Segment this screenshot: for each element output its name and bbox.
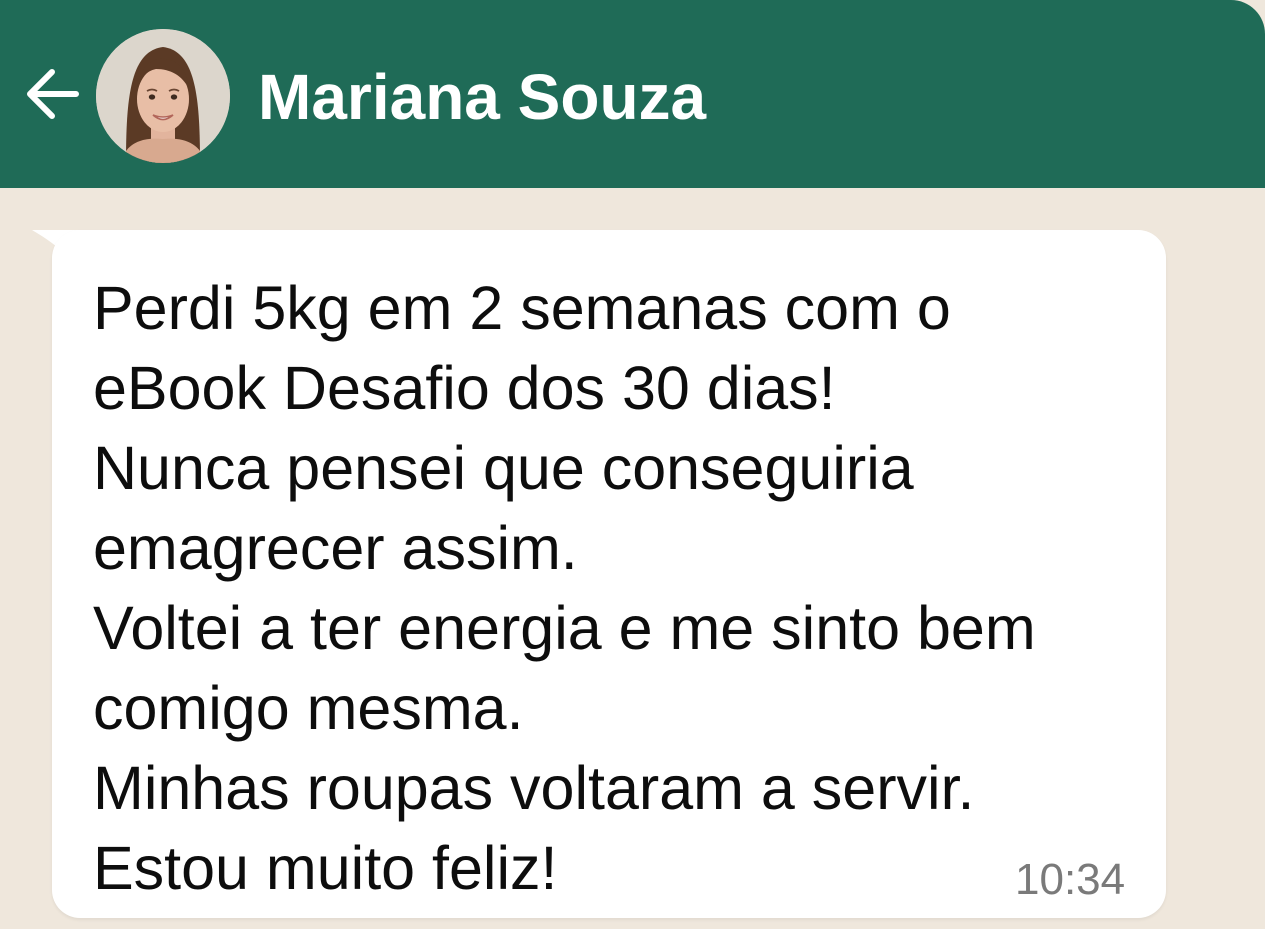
message-line: Minhas roupas voltaram a servir. [93,754,975,822]
avatar-photo [96,29,230,163]
arrow-left-icon [27,69,79,119]
message-text: Perdi 5kg em 2 semanas com o eBook Desaf… [93,268,1153,908]
back-button[interactable] [18,60,84,128]
contact-name[interactable]: Mariana Souza [258,57,706,137]
avatar[interactable] [96,29,230,163]
message-line: Estou muito feliz! [93,834,558,902]
message-line: Nunca pensei que conseguiria [93,434,914,502]
message-line: Voltei a ter energia e me sinto bem [93,594,1036,662]
message-line: emagrecer assim. [93,514,578,582]
message-line: eBook Desafio dos 30 dias! [93,354,836,422]
chat-header: Mariana Souza [0,0,1265,188]
message-line: comigo mesma. [93,674,524,742]
message-timestamp: 10:34 [1015,855,1126,904]
message-line: Perdi 5kg em 2 semanas com o [93,274,951,342]
